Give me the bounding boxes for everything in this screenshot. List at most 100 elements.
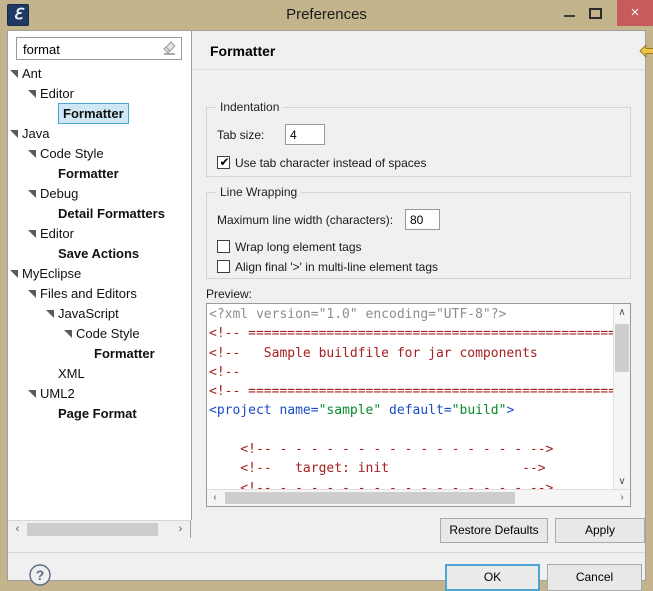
scroll-right-icon[interactable]: › bbox=[172, 521, 189, 538]
code-token: name= bbox=[279, 403, 319, 419]
svg-text:?: ? bbox=[36, 567, 45, 583]
preview-horizontal-scrollbar[interactable]: ‹ › bbox=[207, 489, 630, 506]
tree-item-formatter[interactable]: Formatter bbox=[8, 103, 190, 124]
tab-size-input[interactable] bbox=[285, 124, 325, 145]
tree-item-editor[interactable]: Editor bbox=[8, 84, 190, 104]
expand-collapse-triangle-icon[interactable] bbox=[28, 90, 37, 99]
tree-item-xml[interactable]: XML bbox=[8, 364, 190, 384]
preferences-tree[interactable]: Ant Editor Formatter Java Code Style Formatte… bbox=[8, 64, 190, 484]
use-tab-character-checkbox[interactable]: ✔ bbox=[217, 155, 230, 169]
back-arrow-icon[interactable] bbox=[637, 41, 653, 61]
scroll-left-icon[interactable]: ‹ bbox=[207, 490, 223, 506]
tree-item-page-format[interactable]: Page Format bbox=[8, 404, 190, 424]
expand-collapse-triangle-icon[interactable] bbox=[46, 310, 55, 319]
page-title: Formatter bbox=[210, 43, 276, 59]
use-tab-character-label: Use tab character instead of spaces bbox=[235, 156, 427, 170]
code-token: <!-- target: init --> bbox=[209, 461, 546, 477]
code-line: <?xml version="1.0" encoding="UTF-8"?> bbox=[209, 305, 613, 324]
tree-item-myeclipse[interactable]: MyEclipse bbox=[8, 264, 190, 284]
indentation-group-label: Indentation bbox=[216, 100, 284, 114]
tree-item-label: Page Format bbox=[58, 406, 137, 421]
tree-item-label: Detail Formatters bbox=[58, 206, 165, 221]
tree-item-label: Code Style bbox=[76, 326, 140, 341]
max-line-width-input[interactable] bbox=[405, 209, 440, 230]
scroll-right-icon[interactable]: › bbox=[614, 490, 630, 506]
tree-item-label: JavaScript bbox=[58, 306, 119, 321]
search-input[interactable] bbox=[21, 38, 150, 61]
tree-item-editor[interactable]: Editor bbox=[8, 224, 190, 244]
close-button[interactable]: × bbox=[617, 0, 653, 26]
expand-collapse-triangle-icon[interactable] bbox=[28, 190, 37, 199]
vertical-scrollbar-thumb[interactable] bbox=[615, 324, 629, 372]
formatter-page: Formatter Indentation Tab size: 4 ✔ Use … bbox=[192, 31, 653, 509]
expand-collapse-triangle-icon[interactable] bbox=[28, 230, 37, 239]
horizontal-scrollbar-thumb[interactable] bbox=[225, 492, 515, 504]
line-wrapping-group-label: Line Wrapping bbox=[216, 185, 302, 199]
tree-item-label: Code Style bbox=[40, 146, 104, 161]
scroll-left-icon[interactable]: ‹ bbox=[9, 521, 26, 538]
tree-item-label: Editor bbox=[40, 86, 74, 101]
code-token: <project bbox=[209, 403, 280, 419]
tree-item-label: MyEclipse bbox=[22, 266, 82, 281]
tree-item-label: Ant bbox=[22, 66, 42, 81]
tree-item-formatter[interactable]: Formatter bbox=[8, 344, 190, 364]
code-token: default= bbox=[381, 403, 452, 419]
scroll-up-icon[interactable]: ∧ bbox=[614, 304, 630, 321]
code-line: <!-- ===================================… bbox=[209, 324, 613, 343]
tree-item-files-and-editors[interactable]: Files and Editors bbox=[8, 284, 190, 304]
expand-collapse-triangle-icon[interactable] bbox=[10, 130, 19, 139]
tree-item-formatter[interactable]: Formatter bbox=[8, 164, 190, 184]
preview-vertical-scrollbar[interactable]: ∧ ∨ bbox=[613, 304, 630, 490]
code-token: <!-- ===================================… bbox=[209, 384, 613, 400]
expand-collapse-triangle-icon[interactable] bbox=[28, 150, 37, 159]
code-line: <!-- ===================================… bbox=[209, 382, 613, 401]
tree-item-java[interactable]: Java bbox=[8, 124, 190, 144]
scroll-down-icon[interactable]: ∨ bbox=[614, 473, 630, 490]
code-line: <!-- bbox=[209, 363, 613, 382]
restore-defaults-button[interactable]: Restore Defaults bbox=[440, 518, 548, 543]
expand-collapse-triangle-icon[interactable] bbox=[28, 390, 37, 399]
tree-item-label: Save Actions bbox=[58, 246, 140, 261]
expand-collapse-triangle-icon[interactable] bbox=[10, 270, 19, 279]
tree-item-label: Formatter bbox=[94, 346, 155, 361]
wrap-long-element-tags-checkbox[interactable] bbox=[217, 240, 230, 253]
scrollbar-thumb[interactable] bbox=[27, 523, 158, 536]
expand-collapse-triangle-icon[interactable] bbox=[64, 330, 73, 339]
expand-collapse-triangle-icon[interactable] bbox=[28, 290, 37, 299]
cancel-button[interactable]: Cancel bbox=[547, 564, 642, 591]
tree-item-label: Java bbox=[22, 126, 50, 141]
tree-item-save-actions[interactable]: Save Actions bbox=[8, 244, 190, 264]
tree-item-ant[interactable]: Ant bbox=[8, 64, 190, 84]
ok-button[interactable]: OK bbox=[445, 564, 540, 591]
filter-field[interactable] bbox=[16, 37, 182, 61]
tree-horizontal-scrollbar[interactable]: ‹ › bbox=[8, 520, 191, 538]
tree-item-code-style[interactable]: Code Style bbox=[8, 324, 190, 344]
align-final-bracket-checkbox[interactable] bbox=[217, 260, 230, 273]
tree-item-label: Formatter bbox=[58, 103, 129, 124]
tab-size-label: Tab size: bbox=[217, 128, 265, 142]
code-line: <!-- Sample buildfile for jar components bbox=[209, 344, 613, 363]
preview-label: Preview: bbox=[206, 287, 253, 301]
tree-item-label: Files and Editors bbox=[40, 286, 137, 301]
indentation-group: Indentation Tab size: ✔ Use tab characte… bbox=[206, 100, 631, 177]
code-line: <!-- - - - - - - - - - - - - - - - - --> bbox=[209, 440, 613, 459]
maximize-button[interactable] bbox=[575, 0, 617, 26]
eraser-icon[interactable] bbox=[162, 41, 177, 56]
max-line-width-label: Maximum line width (characters): bbox=[217, 213, 394, 227]
tree-item-code-style[interactable]: Code Style bbox=[8, 144, 190, 164]
checkmark-icon: ✔ bbox=[219, 155, 230, 169]
expand-collapse-triangle-icon[interactable] bbox=[10, 70, 19, 79]
tree-item-javascript[interactable]: JavaScript bbox=[8, 304, 190, 324]
header-divider bbox=[192, 69, 645, 70]
tree-item-uml2[interactable]: UML2 bbox=[8, 384, 190, 404]
tree-item-debug[interactable]: Debug bbox=[8, 184, 190, 204]
tree-item-detail-formatters[interactable]: Detail Formatters bbox=[8, 204, 190, 224]
maximize-icon bbox=[589, 8, 602, 19]
minimize-icon bbox=[564, 15, 575, 17]
preferences-window: ℇ Preferences × format Ant Editor Format… bbox=[0, 0, 653, 591]
apply-button[interactable]: Apply bbox=[555, 518, 645, 543]
code-line: <project name="sample" default="build"> bbox=[209, 401, 613, 420]
help-question-icon[interactable]: ? bbox=[28, 563, 52, 587]
tree-item-label: Debug bbox=[40, 186, 79, 201]
